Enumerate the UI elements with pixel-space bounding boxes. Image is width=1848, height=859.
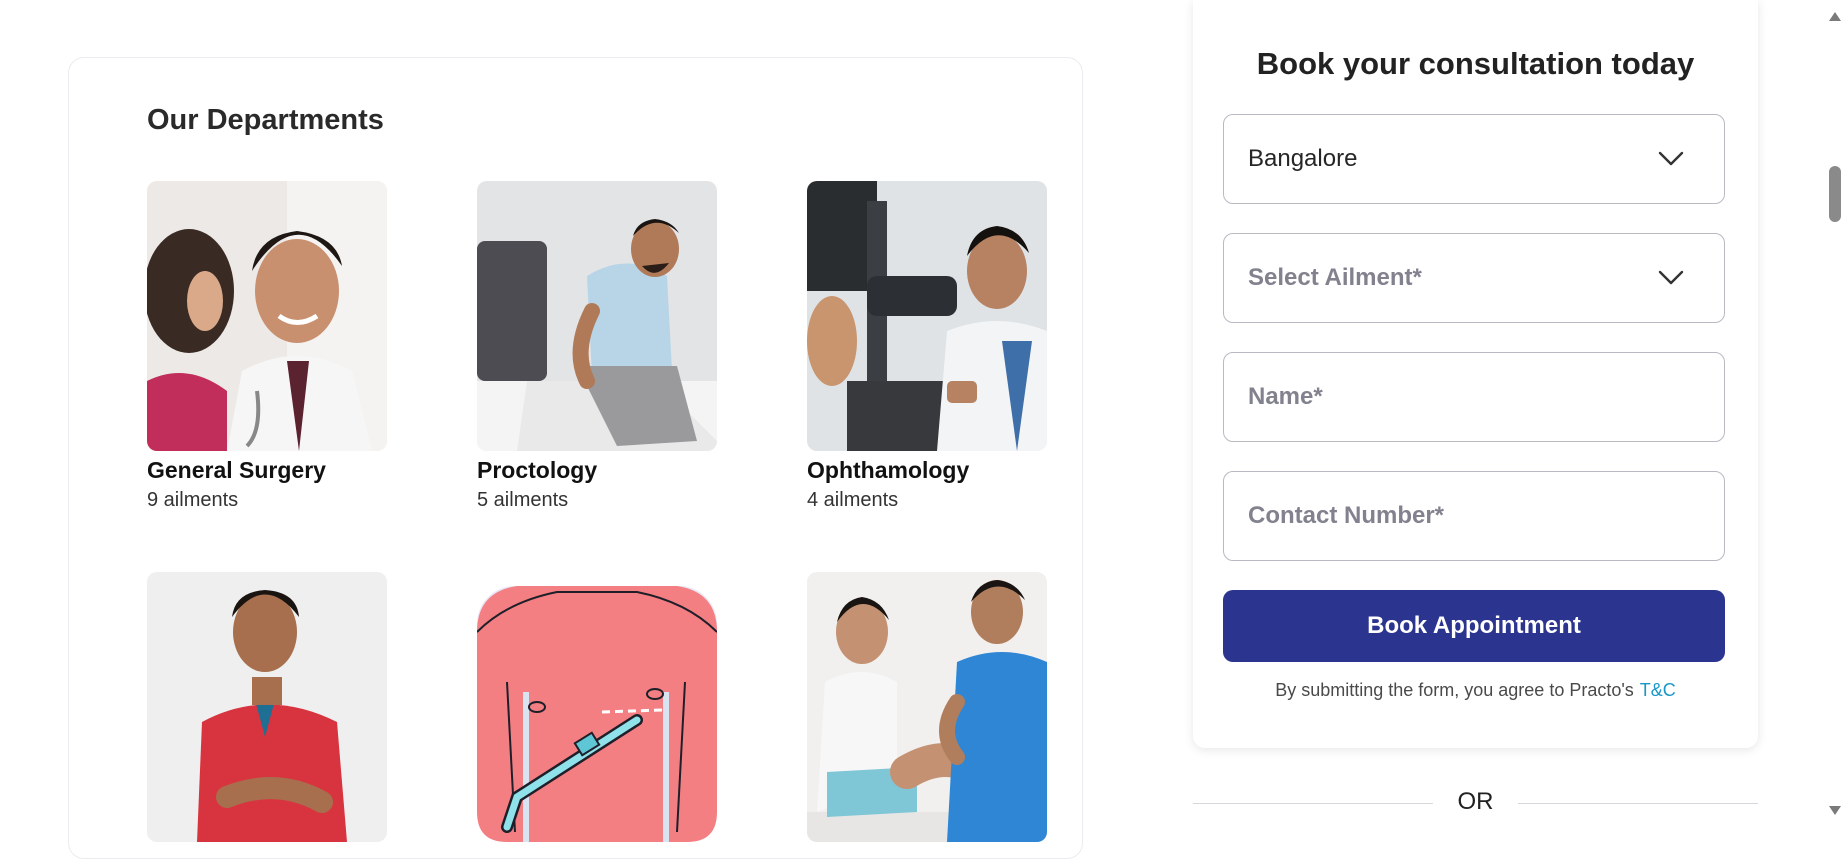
department-ailment-count: 4 ailments bbox=[807, 489, 899, 511]
departments-card: Our Departments General Surgery 9 ailmen… bbox=[68, 57, 1083, 859]
department-name: Ophthamology bbox=[807, 457, 970, 483]
departments-title: Our Departments bbox=[147, 104, 384, 136]
city-select-value: Bangalore bbox=[1248, 145, 1358, 172]
terms-text: By submitting the form, you agree to Pra… bbox=[1275, 680, 1634, 700]
stomach-pain-image bbox=[147, 572, 387, 842]
general-surgery-image bbox=[147, 181, 387, 451]
chest-illustration-image bbox=[477, 572, 717, 842]
divider-line-right bbox=[1518, 803, 1758, 804]
booking-form-card: Book your consultation today Bangalore S… bbox=[1193, 0, 1758, 748]
department-ailment-count: 5 ailments bbox=[477, 489, 569, 511]
scrollbar-thumb[interactable] bbox=[1829, 166, 1841, 222]
city-select[interactable]: Bangalore bbox=[1223, 114, 1725, 204]
ailment-select-placeholder: Select Ailment* bbox=[1248, 264, 1422, 291]
department-item-4[interactable] bbox=[147, 572, 387, 846]
proctology-image bbox=[477, 181, 717, 451]
chevron-down-icon bbox=[1658, 151, 1684, 166]
department-proctology[interactable]: Proctology 5 ailments bbox=[477, 181, 717, 513]
knee-exam-image bbox=[807, 572, 1047, 842]
ailment-select[interactable]: Select Ailment* bbox=[1223, 233, 1725, 323]
or-label: OR bbox=[1457, 788, 1494, 815]
terms-link[interactable]: T&C bbox=[1640, 680, 1676, 700]
ophthamology-image bbox=[807, 181, 1047, 451]
department-ailment-count: 9 ailments bbox=[147, 489, 239, 511]
scroll-down-arrow-icon[interactable] bbox=[1829, 806, 1841, 815]
scroll-up-arrow-icon[interactable] bbox=[1829, 12, 1841, 21]
name-field-placeholder: Name* bbox=[1248, 383, 1323, 410]
or-separator: OR bbox=[1193, 788, 1758, 818]
terms-notice: By submitting the form, you agree to Pra… bbox=[1193, 680, 1758, 701]
form-title: Book your consultation today bbox=[1256, 46, 1695, 81]
department-name: Proctology bbox=[477, 457, 598, 483]
page-scrollbar[interactable] bbox=[1822, 0, 1848, 827]
department-item-5[interactable] bbox=[477, 572, 717, 846]
department-name: General Surgery bbox=[147, 457, 326, 483]
contact-number-field[interactable]: Contact Number* bbox=[1223, 471, 1725, 561]
department-general-surgery[interactable]: General Surgery 9 ailments bbox=[147, 181, 387, 513]
chevron-down-icon bbox=[1658, 270, 1684, 285]
book-appointment-button[interactable]: Book Appointment bbox=[1223, 590, 1725, 662]
contact-number-placeholder: Contact Number* bbox=[1248, 502, 1445, 529]
name-field[interactable]: Name* bbox=[1223, 352, 1725, 442]
department-item-6[interactable] bbox=[807, 572, 1047, 846]
department-ophthamology[interactable]: Ophthamology 4 ailments bbox=[807, 181, 1047, 513]
